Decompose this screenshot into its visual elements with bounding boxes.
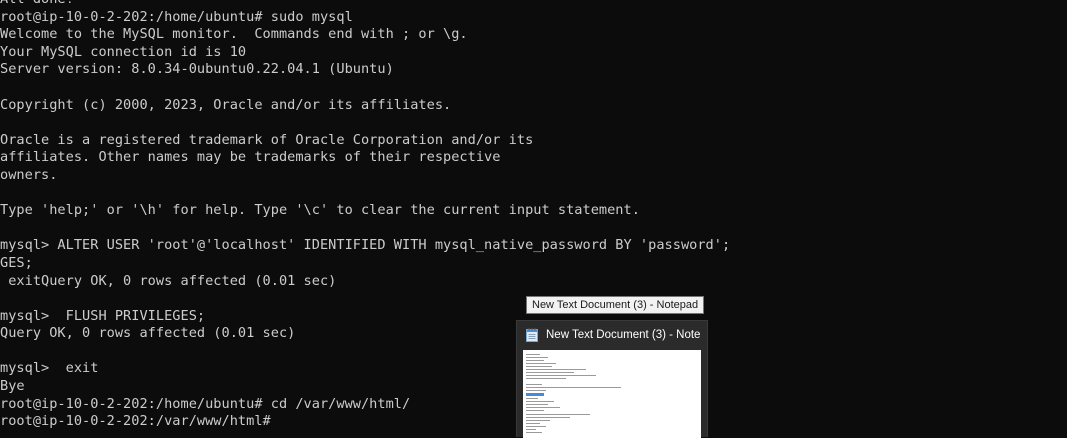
preview-text-line: [526, 354, 540, 355]
preview-text-line: [526, 387, 621, 388]
terminal-line: Type 'help;' or '\h' for help. Type '\c'…: [0, 202, 640, 219]
terminal-line: GES;: [0, 254, 33, 271]
notepad-icon: [526, 328, 538, 342]
preview-text-line: [526, 366, 552, 367]
preview-text-line: [526, 375, 596, 376]
taskbar-thumbnail-preview[interactable]: New Text Document (3) - Note...: [516, 320, 708, 438]
terminal-line: root@ip-10-0-2-202:/home/ubuntu# sudo my…: [0, 8, 353, 25]
thumbnail-header[interactable]: New Text Document (3) - Note...: [517, 321, 707, 349]
preview-text-line: [526, 357, 548, 358]
preview-text-line: [526, 429, 536, 430]
preview-selection: [526, 393, 544, 396]
preview-text-line: [526, 369, 586, 370]
preview-text-line: [526, 390, 546, 391]
preview-text-line: [526, 404, 548, 405]
thumbnail-document-preview[interactable]: [523, 350, 701, 438]
preview-text-line: [526, 432, 542, 433]
preview-text-line: [526, 384, 542, 385]
terminal-line: Oracle is a registered trademark of Orac…: [0, 131, 534, 148]
preview-text-line: [526, 426, 546, 427]
preview-text-line: [526, 423, 540, 424]
terminal-line: mysql> ALTER USER 'root'@'localhost' IDE…: [0, 237, 731, 254]
preview-text-line: [526, 398, 538, 399]
preview-text-line: [526, 360, 544, 361]
preview-text-line: [526, 420, 550, 421]
preview-text-line: [526, 407, 560, 408]
terminal-line: exitQuery OK, 0 rows affected (0.01 sec): [0, 272, 337, 289]
preview-text-line: [526, 378, 566, 379]
preview-text-line: [526, 414, 590, 415]
preview-text-line: [526, 372, 574, 373]
terminal-line: Welcome to the MySQL monitor. Commands e…: [0, 26, 468, 43]
terminal-line: Server version: 8.0.34-0ubuntu0.22.04.1 …: [0, 61, 394, 78]
terminal-line: affiliates. Other names may be trademark…: [0, 149, 501, 166]
preview-text-line: [526, 401, 554, 402]
terminal-line: Copyright (c) 2000, 2023, Oracle and/or …: [0, 96, 452, 113]
thumbnail-title: New Text Document (3) - Note...: [546, 329, 701, 341]
preview-text-line: [526, 417, 570, 418]
terminal-line: owners.: [0, 166, 58, 183]
terminal-line: All done!: [0, 0, 730, 9]
preview-text-line: [526, 410, 544, 411]
taskbar-tooltip: New Text Document (3) - Notepad: [526, 296, 705, 314]
terminal-line: Your MySQL connection id is 10: [0, 43, 247, 60]
preview-text-line: [526, 363, 556, 364]
